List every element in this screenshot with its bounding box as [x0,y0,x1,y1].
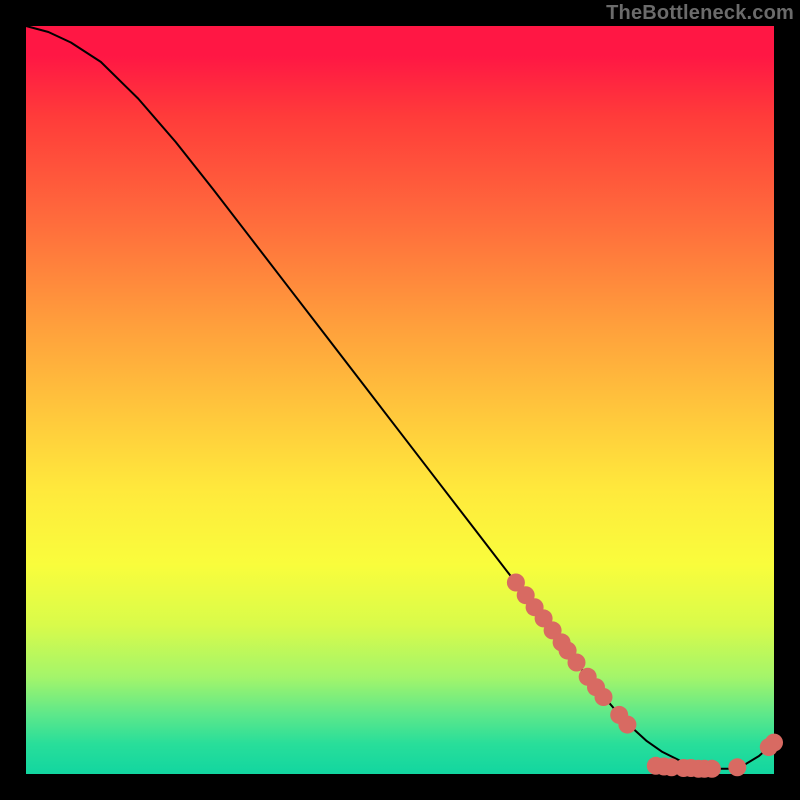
marker-dot [618,716,636,734]
marker-dot [703,760,721,778]
curve-path [26,26,774,769]
chart-svg-layer [0,0,800,800]
chart-curve [26,26,774,769]
chart-markers [507,574,783,778]
marker-dot [765,734,783,752]
marker-dot [595,688,613,706]
watermark-label: TheBottleneck.com [606,2,794,25]
marker-dot [728,758,746,776]
marker-dot [568,654,586,672]
chart-stage: TheBottleneck.com [0,0,800,800]
